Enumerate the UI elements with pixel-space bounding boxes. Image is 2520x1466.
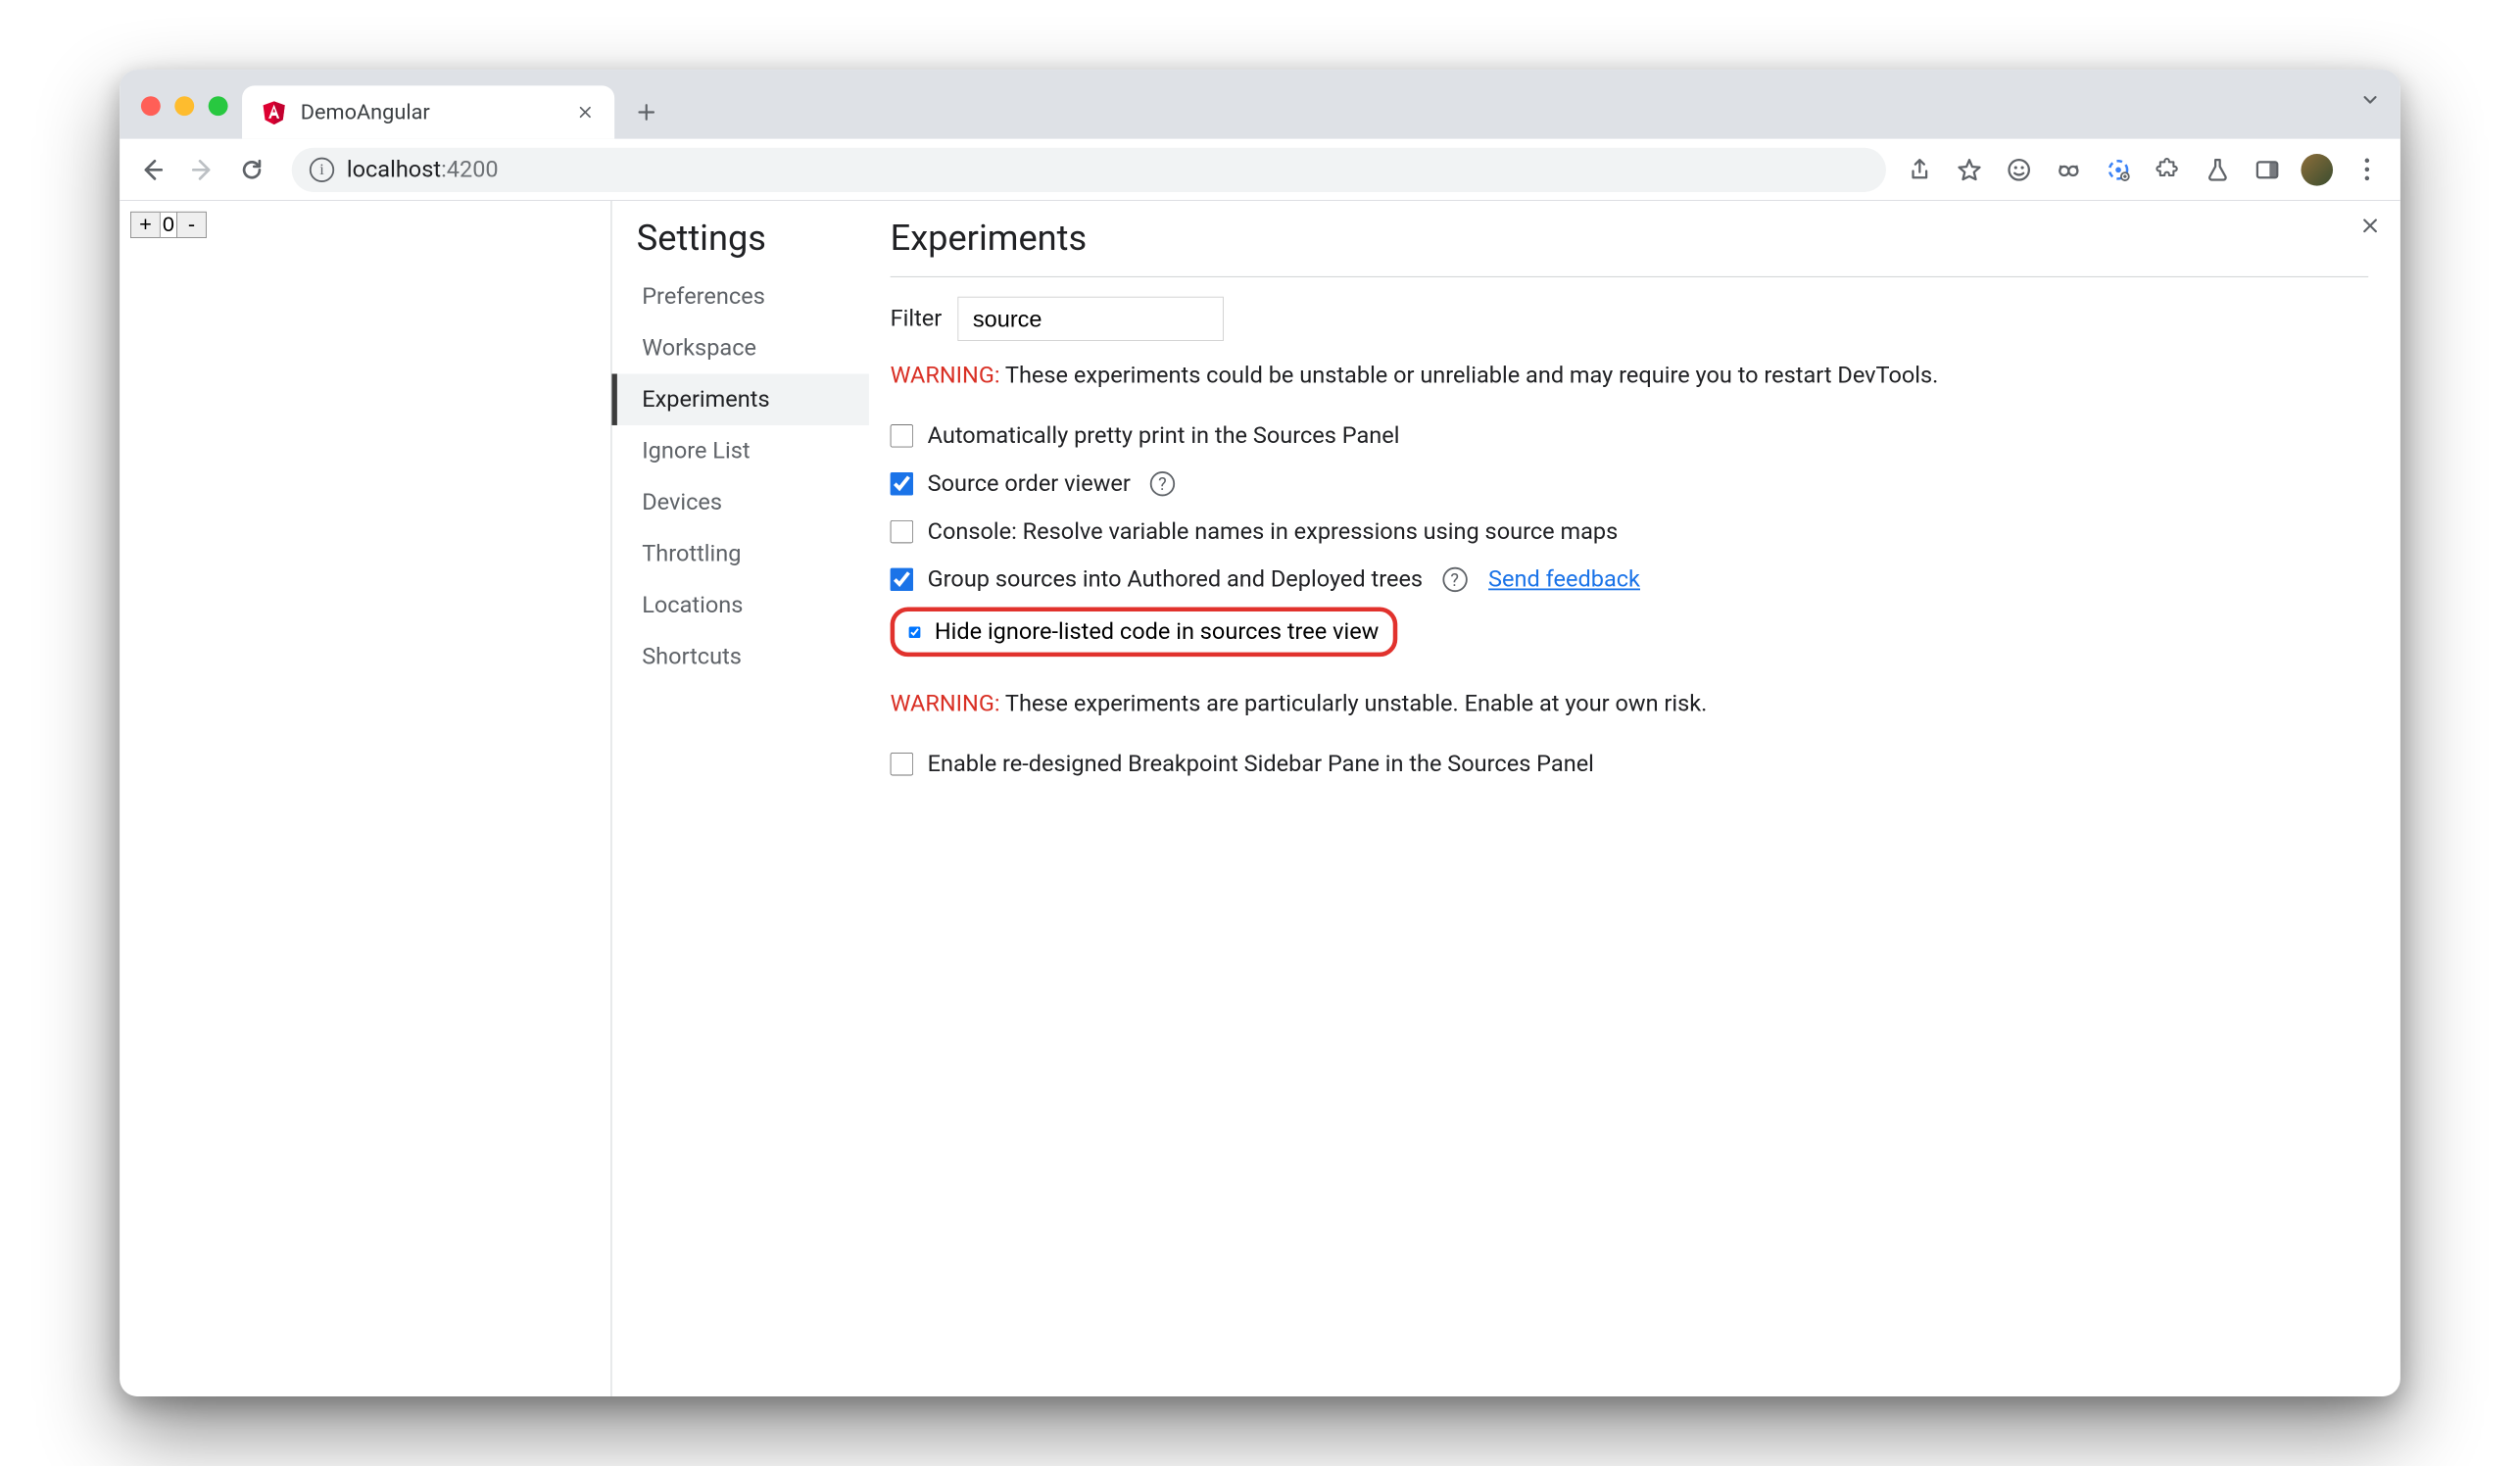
counter-widget: + 0 - bbox=[130, 212, 207, 238]
labs-flask-icon[interactable] bbox=[2202, 154, 2234, 186]
window-maximize-button[interactable] bbox=[209, 96, 228, 116]
side-panel-icon[interactable] bbox=[2252, 154, 2284, 186]
sidebar-item-experiments[interactable]: Experiments bbox=[611, 373, 868, 424]
experiment-label: Enable re-designed Breakpoint Sidebar Pa… bbox=[928, 751, 1594, 777]
warning-unstable: WARNING: These experiments could be unst… bbox=[891, 363, 2369, 389]
filter-input[interactable] bbox=[958, 297, 1225, 341]
experiment-row: Hide ignore-listed code in sources tree … bbox=[891, 607, 1398, 657]
experiment-label: Source order viewer bbox=[928, 470, 1131, 497]
warning-very-unstable: WARNING: These experiments are particula… bbox=[891, 691, 2369, 717]
window-minimize-button[interactable] bbox=[174, 96, 194, 116]
experiments-heading: Experiments bbox=[891, 217, 2369, 277]
back-button[interactable] bbox=[130, 147, 174, 191]
sidebar-item-workspace[interactable]: Workspace bbox=[611, 322, 868, 373]
counter-decrement-button[interactable]: - bbox=[176, 212, 207, 238]
window-close-button[interactable] bbox=[141, 96, 161, 116]
experiment-row: Source order viewer? bbox=[891, 460, 2369, 508]
extension-target-icon[interactable] bbox=[2103, 154, 2135, 186]
bookmark-star-icon[interactable] bbox=[1954, 154, 1986, 186]
settings-heading: Settings bbox=[611, 217, 868, 270]
experiment-checkbox[interactable] bbox=[891, 753, 914, 776]
experiment-checkbox[interactable] bbox=[891, 424, 914, 448]
warning-text: These experiments could be unstable or u… bbox=[1000, 363, 1939, 389]
extensions-puzzle-icon[interactable] bbox=[2152, 154, 2184, 186]
filter-label: Filter bbox=[891, 306, 943, 332]
address-bar[interactable]: i localhost:4200 bbox=[292, 147, 1886, 191]
reload-button[interactable] bbox=[229, 147, 273, 191]
sidebar-item-ignore-list[interactable]: Ignore List bbox=[611, 425, 868, 476]
url-port: :4200 bbox=[441, 156, 499, 182]
sidebar-item-preferences[interactable]: Preferences bbox=[611, 270, 868, 321]
url-host: localhost bbox=[347, 156, 441, 182]
browser-menu-button[interactable] bbox=[2350, 159, 2383, 181]
site-info-icon[interactable]: i bbox=[310, 157, 334, 181]
experiment-checkbox[interactable] bbox=[891, 520, 914, 544]
experiment-label: Hide ignore-listed code in sources tree … bbox=[935, 618, 1380, 645]
page-content: + 0 - bbox=[120, 201, 611, 1396]
experiment-label: Group sources into Authored and Deployed… bbox=[928, 566, 1423, 593]
tab-title: DemoAngular bbox=[301, 100, 559, 124]
experiment-checkbox[interactable] bbox=[891, 568, 914, 592]
browser-window: DemoAngular i localhost:4200 bbox=[120, 70, 2400, 1396]
toolbar-actions bbox=[1904, 154, 2390, 186]
content-row: + 0 - Settings PreferencesWorkspaceExper… bbox=[120, 201, 2400, 1396]
filter-row: Filter bbox=[891, 297, 2369, 341]
experiment-row: Console: Resolve variable names in expre… bbox=[891, 508, 2369, 556]
profile-avatar[interactable] bbox=[2301, 154, 2333, 186]
experiment-checkbox[interactable] bbox=[909, 626, 921, 638]
settings-sidebar: Settings PreferencesWorkspaceExperiments… bbox=[611, 201, 868, 1396]
experiment-row: Automatically pretty print in the Source… bbox=[891, 412, 2369, 460]
experiment-row: Enable re-designed Breakpoint Sidebar Pa… bbox=[891, 740, 2369, 788]
experiment-row: Group sources into Authored and Deployed… bbox=[891, 556, 2369, 604]
experiment-label: Automatically pretty print in the Source… bbox=[928, 422, 1400, 449]
browser-tab[interactable]: DemoAngular bbox=[242, 85, 614, 138]
settings-main: Experiments Filter WARNING: These experi… bbox=[869, 201, 2400, 1396]
help-icon[interactable]: ? bbox=[1442, 567, 1467, 592]
send-feedback-link[interactable]: Send feedback bbox=[1488, 566, 1640, 593]
tab-strip: DemoAngular bbox=[120, 70, 2400, 139]
forward-button[interactable] bbox=[180, 147, 224, 191]
counter-value: 0 bbox=[161, 212, 176, 238]
counter-increment-button[interactable]: + bbox=[130, 212, 161, 238]
extension-face-icon[interactable] bbox=[2003, 154, 2035, 186]
url-text: localhost:4200 bbox=[347, 156, 499, 182]
help-icon[interactable]: ? bbox=[1150, 471, 1175, 496]
angular-icon bbox=[262, 100, 286, 124]
tabs-dropdown-button[interactable] bbox=[2359, 89, 2381, 117]
sidebar-item-throttling[interactable]: Throttling bbox=[611, 528, 868, 579]
warning2-text: These experiments are particularly unsta… bbox=[1000, 691, 1708, 717]
sidebar-item-locations[interactable]: Locations bbox=[611, 579, 868, 630]
warning-prefix: WARNING: bbox=[891, 363, 1000, 389]
experiment-label: Console: Resolve variable names in expre… bbox=[928, 518, 1619, 545]
tab-close-button[interactable] bbox=[574, 101, 598, 124]
browser-toolbar: i localhost:4200 bbox=[120, 139, 2400, 201]
devtools-settings-panel: Settings PreferencesWorkspaceExperiments… bbox=[611, 201, 2399, 1396]
warning2-prefix: WARNING: bbox=[891, 691, 1000, 717]
settings-close-button[interactable] bbox=[2354, 210, 2387, 242]
window-controls bbox=[134, 96, 242, 116]
experiment-checkbox[interactable] bbox=[891, 472, 914, 496]
extension-glasses-icon[interactable] bbox=[2053, 154, 2085, 186]
new-tab-button[interactable] bbox=[627, 93, 666, 132]
share-icon[interactable] bbox=[1904, 154, 1936, 186]
sidebar-item-shortcuts[interactable]: Shortcuts bbox=[611, 631, 868, 682]
sidebar-item-devices[interactable]: Devices bbox=[611, 476, 868, 527]
